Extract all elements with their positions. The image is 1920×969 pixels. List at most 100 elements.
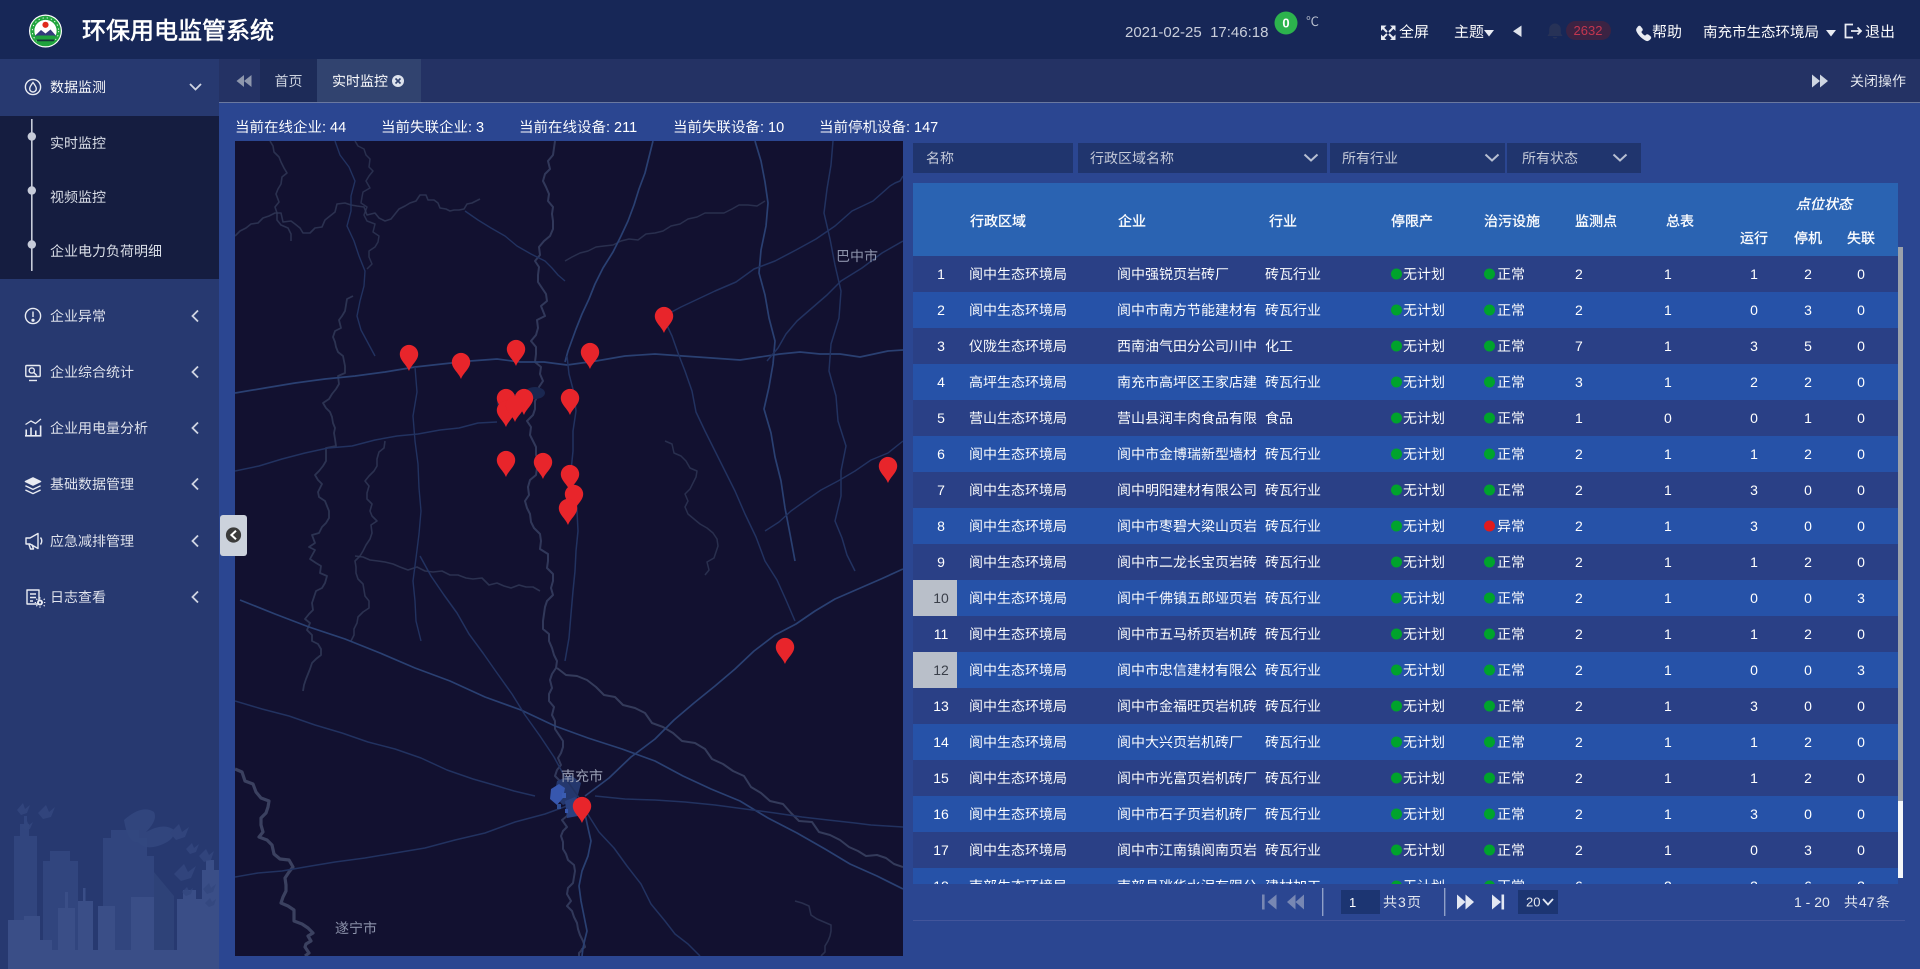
svg-text:0: 0 [1857,806,1865,822]
svg-text:3: 3 [1804,302,1812,318]
svg-text:0: 0 [1750,410,1758,426]
svg-text:0: 0 [1282,16,1289,31]
svg-text:7: 7 [937,482,945,498]
svg-text:3: 3 [937,338,945,354]
svg-text:1: 1 [1664,518,1672,534]
svg-text:0: 0 [1750,590,1758,606]
svg-text:1: 1 [1664,482,1672,498]
svg-text:3: 3 [1804,842,1812,858]
svg-text:47: 47 [1859,894,1875,910]
svg-text:3: 3 [1398,894,1406,910]
svg-text:0: 0 [1804,590,1812,606]
svg-text:2632: 2632 [1574,23,1603,38]
svg-text:3: 3 [1750,518,1758,534]
svg-text:3: 3 [1575,374,1583,390]
svg-text:1: 1 [1664,770,1672,786]
svg-text:0: 0 [1804,806,1812,822]
svg-text:3: 3 [1857,590,1865,606]
svg-text:5: 5 [937,410,945,426]
svg-text:0: 0 [1750,842,1758,858]
svg-text:0: 0 [1857,302,1865,318]
svg-text:: 3: : 3 [468,120,484,136]
svg-text:20: 20 [1526,895,1540,910]
svg-text:1: 1 [1664,554,1672,570]
svg-text:2: 2 [1804,770,1812,786]
svg-text:3: 3 [1750,482,1758,498]
svg-text:2: 2 [1575,302,1583,318]
svg-text:2: 2 [1575,662,1583,678]
svg-text:0: 0 [1857,554,1865,570]
svg-text:2: 2 [1804,446,1812,462]
svg-text:2: 2 [1575,446,1583,462]
svg-text:0: 0 [1857,374,1865,390]
svg-text:3: 3 [1750,878,1758,894]
svg-text:2: 2 [1804,266,1812,282]
svg-text:0: 0 [1857,338,1865,354]
svg-text:0: 0 [1750,662,1758,678]
svg-text:2: 2 [1575,482,1583,498]
svg-text:4: 4 [937,374,945,390]
svg-text:0: 0 [1750,302,1758,318]
svg-text:0: 0 [1804,662,1812,678]
svg-text:0: 0 [1857,734,1865,750]
svg-text:2: 2 [1575,698,1583,714]
svg-text:0: 0 [1857,446,1865,462]
svg-text:0: 0 [1857,266,1865,282]
svg-text:: 211: : 211 [606,120,637,136]
svg-text:1 - 20: 1 - 20 [1794,894,1830,910]
svg-text:: 44: : 44 [322,120,346,136]
svg-text:11: 11 [934,626,949,642]
svg-text:2: 2 [1575,266,1583,282]
svg-text:2: 2 [1575,626,1583,642]
svg-text:2: 2 [1857,878,1865,894]
svg-text:3: 3 [1750,698,1758,714]
svg-text:0: 0 [1857,518,1865,534]
svg-text:2: 2 [1804,554,1812,570]
svg-text:14: 14 [933,734,949,750]
svg-text:1: 1 [1750,446,1758,462]
svg-text:8: 8 [937,518,945,534]
svg-text:1: 1 [1750,734,1758,750]
svg-text:1: 1 [1750,266,1758,282]
svg-text:1: 1 [1349,895,1356,910]
svg-text:0: 0 [1857,698,1865,714]
svg-text:1: 1 [1664,338,1672,354]
svg-text:1: 1 [1664,626,1672,642]
svg-text:3: 3 [1750,338,1758,354]
svg-text:: 10: : 10 [760,120,784,136]
svg-text:2: 2 [1575,518,1583,534]
svg-text:1: 1 [1664,266,1672,282]
svg-text:2: 2 [1575,806,1583,822]
svg-text:2: 2 [1575,842,1583,858]
svg-text:10: 10 [933,590,949,606]
svg-text:0: 0 [1857,410,1865,426]
svg-text:2: 2 [1804,734,1812,750]
svg-text:5: 5 [1804,338,1812,354]
svg-text:3: 3 [1857,662,1865,678]
svg-text:2: 2 [1664,878,1672,894]
svg-text:1: 1 [937,266,945,282]
svg-text:1: 1 [1804,410,1812,426]
svg-text:6: 6 [1804,878,1812,894]
svg-text:2021-02-25 17:46:18: 2021-02-25 17:46:18 [1125,24,1268,41]
svg-text:1: 1 [1664,842,1672,858]
svg-text:12: 12 [933,662,949,678]
svg-text:0: 0 [1804,698,1812,714]
svg-text:1: 1 [1664,374,1672,390]
svg-text:13: 13 [933,698,949,714]
svg-text:7: 7 [1575,338,1583,354]
svg-text:: 147: : 147 [906,120,938,136]
svg-text:1: 1 [1664,302,1672,318]
svg-text:15: 15 [933,770,949,786]
svg-text:18: 18 [933,878,949,894]
svg-text:2: 2 [1804,626,1812,642]
svg-text:0: 0 [1857,842,1865,858]
svg-text:1: 1 [1664,734,1672,750]
svg-text:2: 2 [1575,770,1583,786]
svg-text:2: 2 [1804,374,1812,390]
svg-text:1: 1 [1750,554,1758,570]
svg-text:2: 2 [1575,554,1583,570]
svg-text:0: 0 [1857,626,1865,642]
svg-text:3: 3 [1750,806,1758,822]
svg-text:6: 6 [1575,878,1583,894]
